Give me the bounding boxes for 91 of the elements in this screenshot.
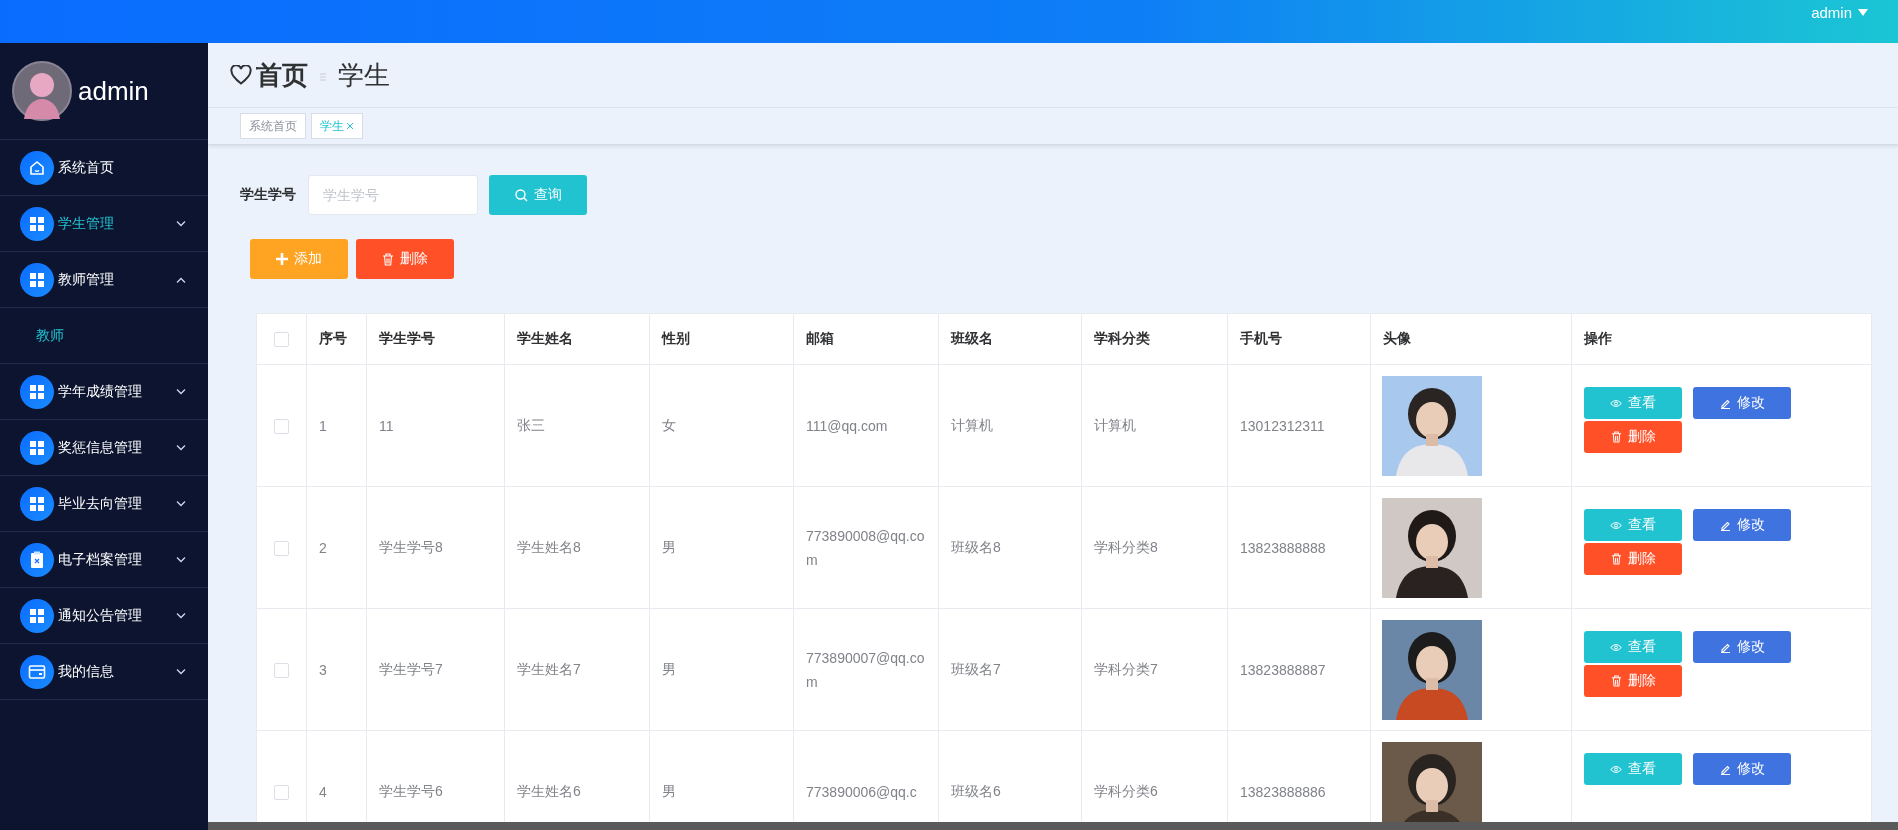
menu-icon <box>20 206 54 241</box>
column-header: 操作 <box>1571 313 1872 365</box>
table-cell: 学生学号8 <box>366 486 505 609</box>
menu-icon <box>20 654 54 689</box>
trash-icon <box>382 252 394 266</box>
menu-item[interactable]: 毕业去向管理 <box>0 476 208 532</box>
table-cell: 学生姓名8 <box>504 486 650 609</box>
column-header: 学生姓名 <box>504 313 650 365</box>
breadcrumb-link[interactable]: 首页 <box>256 57 308 93</box>
menu-item[interactable]: 系统首页 <box>0 140 208 196</box>
column-header: 学科分类 <box>1081 313 1228 365</box>
menu-icon <box>20 374 54 409</box>
column-header: 邮箱 <box>793 313 939 365</box>
table-cell: 773890007@qq.com <box>793 608 939 731</box>
field-label: 学生学号 <box>240 186 296 204</box>
menu-item[interactable]: 学生管理 <box>0 196 208 252</box>
table-cell: 111@qq.com <box>793 364 939 487</box>
edit-button[interactable]: 修改 <box>1693 509 1791 541</box>
table-cell: 男 <box>649 486 794 609</box>
menu-item[interactable]: 我的信息 <box>0 644 208 700</box>
checkbox[interactable] <box>274 784 289 800</box>
eye-icon <box>1610 520 1622 530</box>
plus-icon <box>276 253 288 265</box>
column-header: 头像 <box>1370 313 1572 365</box>
caret-icon <box>1858 9 1868 16</box>
menu-icon <box>20 150 54 185</box>
menu-item[interactable]: 学年成绩管理 <box>0 364 208 420</box>
menu-item[interactable]: 通知公告管理 <box>0 588 208 644</box>
delete-button[interactable]: 删除 <box>1584 421 1682 453</box>
edit-button[interactable]: 修改 <box>1693 753 1791 785</box>
scrollbar[interactable] <box>208 822 1898 830</box>
user-name: admin <box>78 75 149 107</box>
page-tab[interactable]: 系统首页 <box>240 113 306 139</box>
menu-icon <box>20 262 54 297</box>
table-cell: 11 <box>366 364 505 487</box>
eye-icon <box>1610 764 1622 774</box>
column-header: 性别 <box>649 313 794 365</box>
pencil-icon <box>1719 763 1731 775</box>
edit-button[interactable]: 修改 <box>1693 631 1791 663</box>
table-cell: 计算机 <box>938 364 1082 487</box>
menu-icon <box>20 598 54 633</box>
table-cell: 2 <box>306 486 367 609</box>
delete-button[interactable]: 删除 <box>1584 543 1682 575</box>
table-cell: 13012312311 <box>1227 364 1371 487</box>
table-cell: 1 <box>306 364 367 487</box>
checkbox[interactable] <box>274 418 289 434</box>
checkbox[interactable] <box>274 332 289 348</box>
edit-button[interactable]: 修改 <box>1693 387 1791 419</box>
search-field[interactable]: 学生学号 <box>308 175 478 215</box>
table-cell: 学生姓名7 <box>504 608 650 731</box>
heart-icon <box>230 65 252 85</box>
eye-icon <box>1610 398 1622 408</box>
column-header: 学生学号 <box>366 313 505 365</box>
delete-button[interactable]: 删除 <box>356 239 454 279</box>
trash-icon <box>1610 675 1622 687</box>
table-cell: 男 <box>649 608 794 731</box>
pencil-icon <box>1719 519 1731 531</box>
column-header: 序号 <box>306 313 367 365</box>
menu-item[interactable]: 奖惩信息管理 <box>0 420 208 476</box>
menu-icon <box>20 486 54 521</box>
table-cell: 学生学号7 <box>366 608 505 731</box>
breadcrumb-current: 学生 <box>338 58 390 92</box>
pencil-icon <box>1719 397 1731 409</box>
table-cell: 班级名7 <box>938 608 1082 731</box>
table-cell: 773890008@qq.com <box>793 486 939 609</box>
page-tab[interactable]: 学生 <box>311 113 363 139</box>
menu-icon <box>20 542 54 577</box>
close-icon[interactable] <box>346 122 354 130</box>
table-cell: 张三 <box>504 364 650 487</box>
eye-icon <box>1610 642 1622 652</box>
column-header: 班级名 <box>938 313 1082 365</box>
trash-icon <box>1610 553 1622 565</box>
table-cell: 3 <box>306 608 367 731</box>
table-cell: 学科分类8 <box>1081 486 1228 609</box>
table-cell: 学科分类7 <box>1081 608 1228 731</box>
checkbox[interactable] <box>274 662 289 678</box>
delete-button[interactable]: 删除 <box>1584 665 1682 697</box>
table-cell: 13823888888 <box>1227 486 1371 609</box>
menu-icon <box>20 430 54 465</box>
table-cell: 班级名8 <box>938 486 1082 609</box>
table-cell: 计算机 <box>1081 364 1228 487</box>
trash-icon <box>1610 431 1622 443</box>
table-cell: 13823888887 <box>1227 608 1371 731</box>
table-cell: 女 <box>649 364 794 487</box>
menu-item[interactable]: 教师管理 <box>0 252 208 308</box>
checkbox[interactable] <box>274 540 289 556</box>
menu-item[interactable]: 电子档案管理 <box>0 532 208 588</box>
column-header: 手机号 <box>1227 313 1371 365</box>
search-icon <box>514 188 528 202</box>
avatar-icon <box>12 61 72 121</box>
pencil-icon <box>1719 641 1731 653</box>
